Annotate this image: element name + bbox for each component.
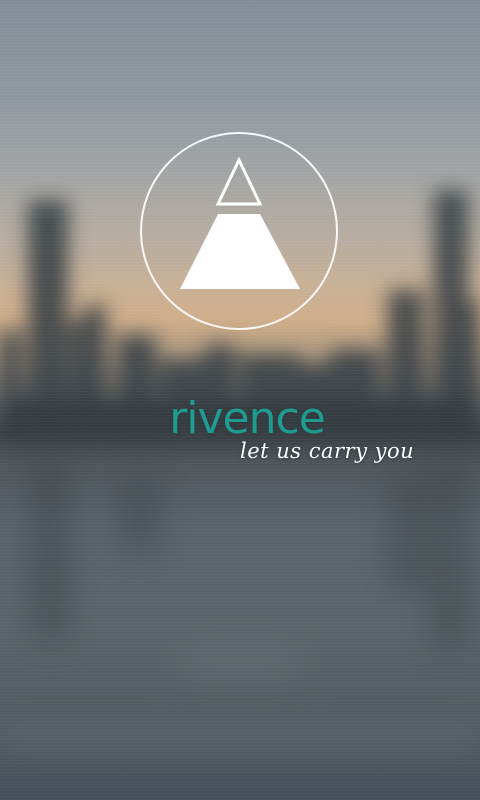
tagline: let us carry you — [240, 439, 415, 463]
splash-screen: rivence let us carry you — [0, 0, 480, 800]
pyramid-logo-icon — [180, 156, 300, 289]
